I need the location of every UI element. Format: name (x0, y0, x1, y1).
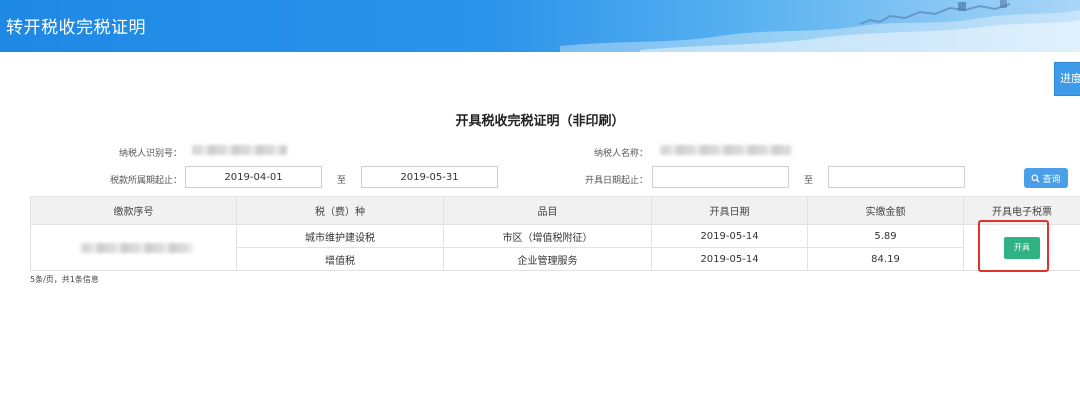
query-button-label: 查询 (1042, 174, 1061, 185)
header-title: 转开税收完税证明 (6, 18, 146, 38)
progress-button[interactable]: 进度 (1054, 62, 1080, 96)
tax-period-end-input[interactable] (361, 166, 498, 188)
issue-date-cell: 2019-05-14 (651, 247, 808, 271)
issue-date-to-label: 至 (804, 176, 814, 186)
taxpayer-name-value-redacted (660, 145, 792, 155)
pager-info: 5条/页，共1条信息 (30, 275, 99, 284)
page-title: 开具税收完税证明（非印刷） (455, 114, 625, 129)
tax-type-cell: 城市维护建设税 (236, 224, 444, 248)
tax-period-to-label: 至 (337, 176, 347, 186)
taxpayer-id-label: 纳税人识别号： (118, 149, 182, 159)
tax-type-cell: 增值税 (236, 247, 444, 271)
column-header: 品目 (443, 196, 652, 225)
column-header: 缴款序号 (30, 196, 237, 225)
taxpayer-id-value-redacted (192, 145, 287, 155)
column-header: 税（费）种 (236, 196, 444, 225)
column-header: 实缴金额 (807, 196, 964, 225)
highlight-annotation-box (978, 220, 1049, 272)
results-table: 缴款序号 税（费）种 品目 开具日期 实缴金额 开具电子税票 城市维护建设税 市… (30, 196, 1080, 271)
payment-serial-redacted (81, 242, 193, 253)
payment-serial-cell (30, 224, 237, 271)
header-banner: 转开税收完税证明 (0, 0, 1080, 52)
tax-period-label: 税款所属期起止： (109, 176, 182, 186)
issue-date-end-input[interactable] (828, 166, 965, 188)
column-header: 开具日期 (651, 196, 808, 225)
table-header-row: 缴款序号 税（费）种 品目 开具日期 实缴金额 开具电子税票 (30, 196, 1080, 225)
table-row: 城市维护建设税 市区（增值税附征） 2019-05-14 5.89 开具 (30, 224, 1080, 271)
issue-date-start-input[interactable] (652, 166, 789, 188)
tax-period-start-input[interactable] (185, 166, 322, 188)
issue-date-label: 开具日期起止： (584, 176, 648, 186)
amount-cell: 84.19 (807, 247, 964, 271)
search-icon (1031, 173, 1040, 183)
issue-date-cell: 2019-05-14 (651, 224, 808, 248)
great-wall-decoration (560, 0, 1080, 52)
item-cell: 市区（增值税附征） (443, 224, 652, 248)
amount-cell: 5.89 (807, 224, 964, 248)
query-button[interactable]: 查询 (1024, 168, 1068, 188)
item-cell: 企业管理服务 (443, 247, 652, 271)
taxpayer-name-label: 纳税人名称： (593, 149, 648, 159)
